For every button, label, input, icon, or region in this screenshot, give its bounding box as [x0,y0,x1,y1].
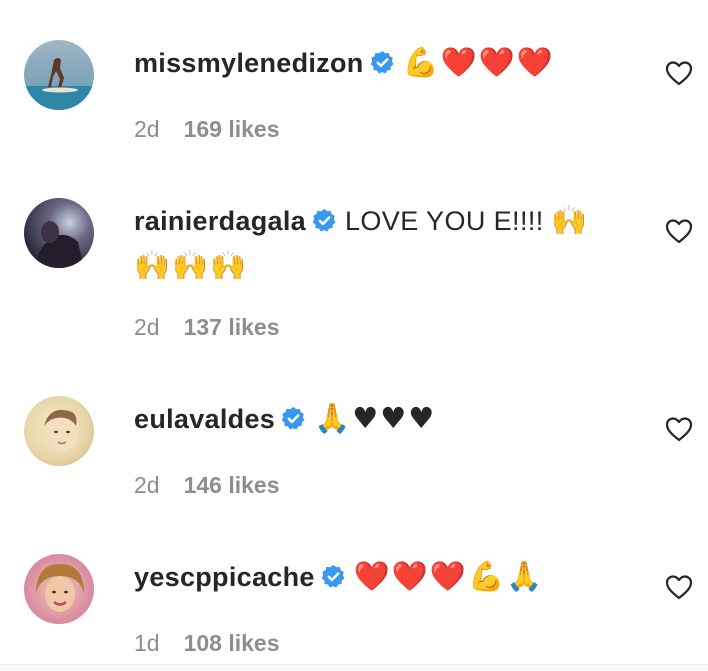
avatar[interactable] [24,554,94,624]
comment-likes[interactable]: 169 likes [184,116,280,142]
comment-emojis: ❤️❤️❤️💪🙏 [353,559,545,593]
comment-meta: 2d 146 likes [134,472,280,499]
comment-likes[interactable]: 137 likes [184,314,280,340]
verified-badge-icon [312,209,336,232]
comment-body: yescppicache ❤️❤️❤️💪🙏 [134,554,624,599]
comment-emojis: 🙌 [551,203,590,237]
heart-outline-icon[interactable] [664,59,694,87]
comment-username[interactable]: rainierdagala [134,206,306,236]
comment-meta: 2d 137 likes [134,314,280,341]
comment-likes[interactable]: 108 likes [184,630,280,656]
comment-emojis: 🙏♥♥♥ [314,401,437,435]
verified-badge-icon [370,51,394,74]
comment-username[interactable]: yescppicache [134,562,315,592]
comment-age[interactable]: 2d [134,116,160,142]
comment-age[interactable]: 2d [134,472,160,498]
heart-outline-icon[interactable] [664,217,694,245]
comment-body: eulavaldes 🙏♥♥♥ [134,396,624,441]
avatar[interactable] [24,396,94,466]
comment-username[interactable]: missmylenedizon [134,48,364,78]
heart-outline-icon[interactable] [664,415,694,443]
avatar[interactable] [24,198,94,268]
comment-likes[interactable]: 146 likes [184,472,280,498]
comment-body: missmylenedizon 💪❤️❤️❤️ [134,40,624,85]
comment-meta: 2d 169 likes [134,116,280,143]
avatar[interactable] [24,40,94,110]
verified-badge-icon [281,407,305,430]
comment-meta: 1d 108 likes [134,630,280,657]
comment-body: rainierdagala LOVE YOU E!!!! 🙌 🙌🙌🙌 [134,198,624,288]
comment-username[interactable]: eulavaldes [134,404,275,434]
verified-badge-icon [321,565,345,588]
comment-text: LOVE YOU E!!!! [344,206,544,236]
comment-emojis: 💪❤️❤️❤️ [402,45,556,79]
comment-emojis-continued: 🙌🙌🙌 [134,248,249,282]
heart-outline-icon[interactable] [664,573,694,601]
comment-age[interactable]: 2d [134,314,160,340]
comment-age[interactable]: 1d [134,630,160,656]
